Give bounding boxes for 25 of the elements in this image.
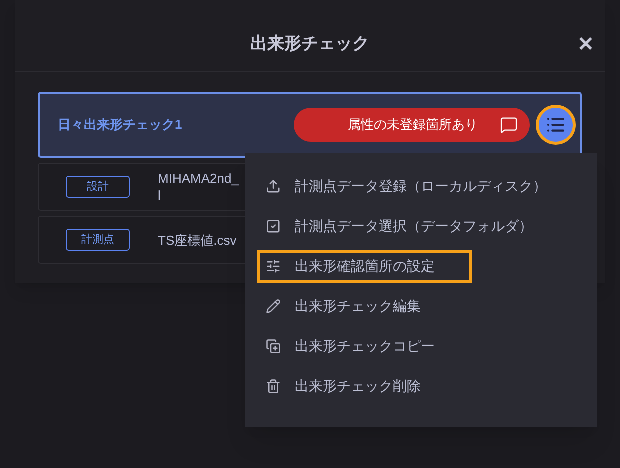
upload-icon bbox=[266, 179, 281, 194]
menu-item[interactable]: 出来形確認箇所の設定 bbox=[257, 250, 472, 283]
menu-item[interactable]: 計測点データ選択（データフォルダ） bbox=[257, 210, 585, 243]
pencil-icon bbox=[266, 299, 281, 314]
file-name: TS座標値.csv bbox=[158, 232, 237, 248]
menu-item[interactable]: 出来形チェックコピー bbox=[257, 330, 585, 363]
copy-icon bbox=[266, 339, 281, 354]
check-name: 日々出来形チェック1 bbox=[58, 116, 182, 134]
sliders-icon bbox=[266, 259, 281, 274]
menu-item[interactable]: 出来形チェック削除 bbox=[257, 370, 585, 403]
checkbox-icon bbox=[266, 219, 281, 234]
check-card[interactable]: 日々出来形チェック1 属性の未登録箇所あり bbox=[38, 92, 582, 158]
close-button[interactable]: ✕ bbox=[571, 30, 601, 60]
trash-icon bbox=[266, 379, 281, 394]
file-type-tag: 計測点 bbox=[66, 229, 130, 251]
list-icon bbox=[546, 115, 566, 135]
file-name: l bbox=[158, 187, 162, 204]
status-text: 属性の未登録箇所あり bbox=[348, 116, 478, 134]
menu-item[interactable]: 計測点データ登録（ローカルディスク） bbox=[257, 170, 585, 203]
menu-button[interactable] bbox=[536, 105, 576, 145]
file-type-tag: 設計 bbox=[66, 176, 130, 198]
file-name: MIHAMA2nd_ bbox=[158, 170, 239, 187]
comment-icon bbox=[500, 116, 518, 134]
dialog-title: 出来形チェック bbox=[250, 32, 370, 55]
menu-item[interactable]: 出来形チェック編集 bbox=[257, 290, 585, 323]
